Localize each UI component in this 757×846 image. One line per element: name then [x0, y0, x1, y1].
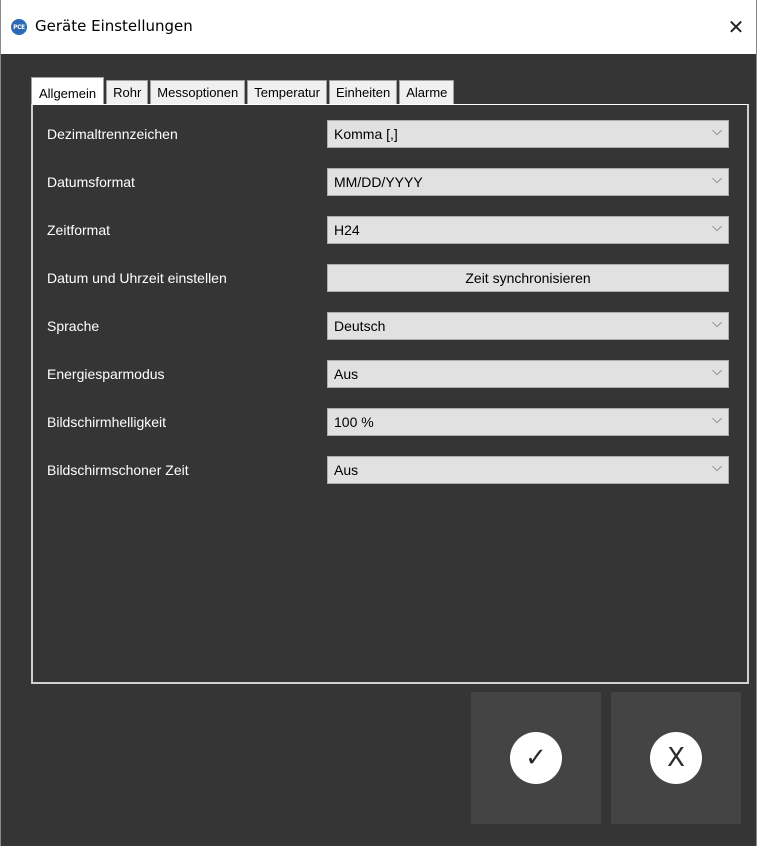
tab-rohr[interactable]: Rohr	[106, 80, 149, 104]
chevron-down-icon: ⌵	[712, 316, 722, 331]
time-format-dropdown[interactable]: H24 ⌵	[327, 216, 729, 244]
setting-row: Zeitformat H24 ⌵	[33, 216, 747, 244]
tab-einheiten[interactable]: Einheiten	[328, 80, 398, 104]
setting-row: Sprache Deutsch ⌵	[33, 312, 747, 340]
setting-label: Datum und Uhrzeit einstellen	[47, 270, 227, 286]
tab-bar: Allgemein Rohr Messoptionen Temperatur E…	[31, 76, 749, 105]
setting-row: Datum und Uhrzeit einstellen Zeit synchr…	[33, 264, 747, 292]
dropdown-value: H24	[334, 222, 360, 238]
chevron-down-icon: ⌵	[712, 412, 722, 427]
chevron-down-icon: ⌵	[712, 124, 722, 139]
dropdown-value: Aus	[334, 366, 359, 382]
cancel-button[interactable]: X	[611, 692, 741, 824]
x-icon: X	[650, 732, 702, 784]
brightness-dropdown[interactable]: 100 % ⌵	[327, 408, 729, 436]
screensaver-time-dropdown[interactable]: Aus ⌵	[327, 456, 729, 484]
checkmark-icon: ✓	[510, 732, 562, 784]
tab-messoptionen[interactable]: Messoptionen	[150, 80, 246, 104]
chevron-down-icon: ⌵	[712, 172, 722, 187]
language-dropdown[interactable]: Deutsch ⌵	[327, 312, 729, 340]
chevron-down-icon: ⌵	[712, 364, 722, 379]
app-logo-icon: PCE	[11, 19, 27, 35]
dropdown-value: MM/DD/YYYY	[334, 174, 423, 190]
dropdown-value: Komma [,]	[334, 126, 398, 142]
dropdown-value: Deutsch	[334, 318, 386, 334]
setting-label: Datumsformat	[47, 174, 135, 190]
ok-button[interactable]: ✓	[471, 692, 601, 824]
setting-row: Dezimaltrennzeichen Komma [,] ⌵	[33, 120, 747, 148]
date-format-dropdown[interactable]: MM/DD/YYYY ⌵	[327, 168, 729, 196]
sync-time-button[interactable]: Zeit synchronisieren	[327, 264, 729, 292]
energy-saving-dropdown[interactable]: Aus ⌵	[327, 360, 729, 388]
chevron-down-icon: ⌵	[712, 220, 722, 235]
close-icon: ✕	[727, 15, 745, 39]
title-bar: PCE Geräte Einstellungen ✕	[1, 0, 756, 54]
tab-panel-allgemein: Dezimaltrennzeichen Komma [,] ⌵ Datumsfo…	[31, 104, 749, 684]
setting-label: Energiesparmodus	[47, 366, 165, 382]
tab-temperatur[interactable]: Temperatur	[247, 80, 327, 104]
setting-row: Datumsformat MM/DD/YYYY ⌵	[33, 168, 747, 196]
dropdown-value: 100 %	[334, 414, 374, 430]
tab-allgemein[interactable]: Allgemein	[31, 77, 105, 105]
settings-dialog: PCE Geräte Einstellungen ✕ Allgemein Roh…	[0, 0, 757, 846]
setting-label: Bildschirmhelligkeit	[47, 414, 167, 430]
chevron-down-icon: ⌵	[712, 460, 722, 475]
dropdown-value: Aus	[334, 462, 359, 478]
setting-row: Bildschirmschoner Zeit Aus ⌵	[33, 456, 747, 484]
setting-label: Sprache	[47, 318, 100, 334]
window-title: Geräte Einstellungen	[35, 17, 193, 35]
decimal-separator-dropdown[interactable]: Komma [,] ⌵	[327, 120, 729, 148]
setting-label: Zeitformat	[47, 222, 111, 238]
tab-alarme[interactable]: Alarme	[399, 80, 455, 104]
setting-label: Dezimaltrennzeichen	[47, 126, 178, 142]
setting-label: Bildschirmschoner Zeit	[47, 462, 189, 478]
setting-row: Bildschirmhelligkeit 100 % ⌵	[33, 408, 747, 436]
setting-row: Energiesparmodus Aus ⌵	[33, 360, 747, 388]
close-button[interactable]: ✕	[716, 8, 756, 46]
